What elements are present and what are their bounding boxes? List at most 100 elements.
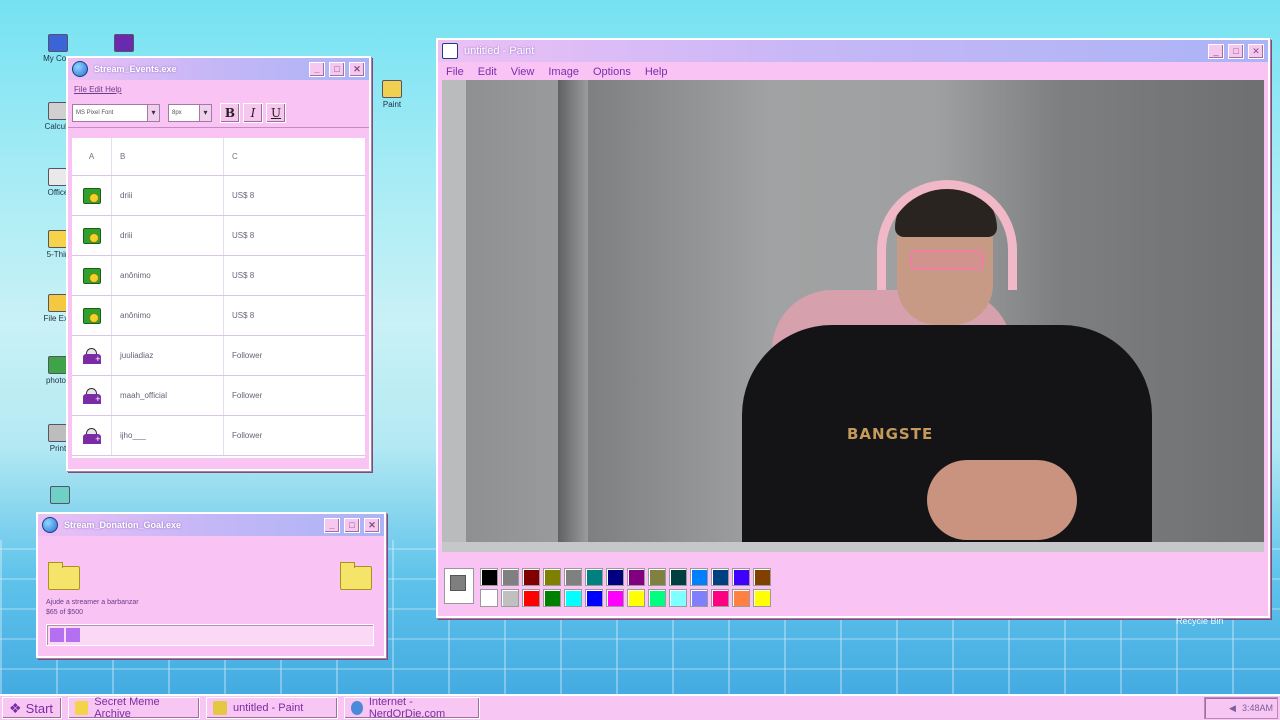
donation-amount: $65 of $500	[46, 609, 83, 616]
color-swatch[interactable]	[522, 568, 540, 586]
color-swatch[interactable]	[564, 568, 582, 586]
color-swatch[interactable]	[690, 589, 708, 607]
table-row[interactable]: driii US$ 8	[72, 216, 365, 256]
event-name: driii	[112, 176, 224, 215]
events-menubar[interactable]: File Edit Help	[68, 80, 369, 98]
progress-block	[66, 628, 80, 642]
desktop-icon-paint[interactable]: Paint	[372, 80, 412, 109]
color-swatch[interactable]	[606, 589, 624, 607]
glasses	[910, 250, 984, 270]
recycle-bin-label: Recycle Bin	[1176, 616, 1224, 626]
column-header-a: A	[72, 138, 112, 175]
event-name: ijho___	[112, 416, 224, 455]
color-swatch[interactable]	[522, 589, 540, 607]
color-swatch[interactable]	[606, 568, 624, 586]
palette-swatches	[480, 568, 774, 607]
grid-header: A B C	[72, 138, 365, 176]
color-swatch[interactable]	[480, 568, 498, 586]
maximize-button[interactable]: □	[344, 517, 360, 533]
current-colors[interactable]	[444, 568, 474, 604]
close-button[interactable]: ✕	[364, 517, 380, 533]
cash-icon	[82, 187, 101, 204]
menu-help[interactable]: Help	[645, 66, 668, 78]
color-swatch[interactable]	[711, 568, 729, 586]
menu-edit[interactable]: Edit	[478, 66, 497, 78]
color-swatch[interactable]	[501, 589, 519, 607]
event-name: juuliadiaz	[112, 336, 224, 375]
color-swatch[interactable]	[732, 568, 750, 586]
events-window-title: Stream_Events.exe	[94, 64, 177, 74]
color-swatch[interactable]	[480, 589, 498, 607]
menu-options[interactable]: Options	[593, 66, 631, 78]
globe-icon	[72, 61, 88, 77]
color-swatch[interactable]	[648, 589, 666, 607]
color-swatch[interactable]	[690, 568, 708, 586]
desktop-icon-network[interactable]	[104, 34, 144, 54]
color-swatch[interactable]	[585, 568, 603, 586]
event-name: anônimo	[112, 296, 224, 335]
donation-titlebar[interactable]: Stream_Donation_Goal.exe _ □ ✕	[38, 514, 384, 536]
color-swatch[interactable]	[585, 589, 603, 607]
minimize-button[interactable]: _	[309, 61, 325, 77]
desktop-icon-notepad[interactable]	[40, 486, 80, 506]
table-row[interactable]: juuliadiaz Follower	[72, 336, 365, 376]
speaker-icon[interactable]: ◀	[1229, 703, 1236, 714]
streamer-hands	[927, 460, 1077, 540]
font-size-select[interactable]: 8px ▾	[168, 103, 212, 122]
closed-folder-icon	[48, 562, 80, 590]
table-row[interactable]: driii US$ 8	[72, 176, 365, 216]
minimize-button[interactable]: _	[1208, 43, 1224, 59]
color-swatch[interactable]	[753, 589, 771, 607]
recycle-bin[interactable]: Recycle Bin	[1176, 616, 1224, 626]
color-swatch[interactable]	[543, 589, 561, 607]
color-swatch[interactable]	[732, 589, 750, 607]
color-swatch[interactable]	[627, 589, 645, 607]
close-button[interactable]: ✕	[349, 61, 365, 77]
underline-button[interactable]: U	[266, 102, 286, 123]
folder-icon	[48, 230, 68, 248]
bold-button[interactable]: B	[220, 102, 240, 123]
table-row[interactable]: anônimo US$ 8	[72, 296, 365, 336]
taskbar-item-paint[interactable]: untitled - Paint	[206, 697, 338, 719]
events-titlebar[interactable]: Stream_Events.exe _ □ ✕	[68, 58, 369, 80]
close-button[interactable]: ✕	[1248, 43, 1264, 59]
event-name: driii	[112, 216, 224, 255]
menu-image[interactable]: Image	[548, 66, 579, 78]
taskbar-item-internet[interactable]: Internet - NerdOrDie.com	[344, 696, 480, 720]
events-menu-items[interactable]: File Edit Help	[74, 85, 122, 94]
color-swatch[interactable]	[711, 589, 729, 607]
start-button[interactable]: ❖ Start	[2, 697, 62, 719]
cash-icon	[82, 227, 101, 244]
color-swatch[interactable]	[669, 589, 687, 607]
menu-file[interactable]: File	[446, 66, 464, 78]
color-swatch[interactable]	[501, 568, 519, 586]
maximize-button[interactable]: □	[1228, 43, 1244, 59]
color-swatch[interactable]	[669, 568, 687, 586]
font-select[interactable]: MS Pixel Font ▾	[72, 103, 160, 122]
paint-window-title: untitled - Paint	[464, 45, 535, 57]
color-swatch[interactable]	[648, 568, 666, 586]
table-row[interactable]: ijho___ Follower	[72, 416, 365, 456]
menu-view[interactable]: View	[511, 66, 535, 78]
wall-corner	[558, 80, 588, 542]
chevron-down-icon[interactable]: ▾	[147, 104, 159, 121]
paint-titlebar[interactable]: untitled - Paint _ □ ✕	[438, 40, 1268, 62]
minimize-button[interactable]: _	[324, 517, 340, 533]
calculator-icon	[48, 102, 68, 120]
color-swatch[interactable]	[753, 568, 771, 586]
maximize-button[interactable]: □	[329, 61, 345, 77]
color-swatch[interactable]	[627, 568, 645, 586]
globe-icon	[351, 701, 363, 715]
color-swatch[interactable]	[543, 568, 561, 586]
event-value: Follower	[232, 431, 263, 440]
table-row[interactable]: anônimo US$ 8	[72, 256, 365, 296]
table-row[interactable]: maah_official Follower	[72, 376, 365, 416]
chevron-down-icon[interactable]: ▾	[199, 104, 211, 121]
event-name: anônimo	[112, 256, 224, 295]
italic-button[interactable]: I	[243, 102, 263, 123]
color-swatch[interactable]	[564, 589, 582, 607]
taskbar-item-meme-archive[interactable]: Secret Meme Archive	[68, 696, 200, 720]
webcam-canvas[interactable]: BANGSTE	[442, 80, 1264, 542]
notepad-icon	[50, 486, 70, 504]
foreground-color	[450, 575, 466, 591]
